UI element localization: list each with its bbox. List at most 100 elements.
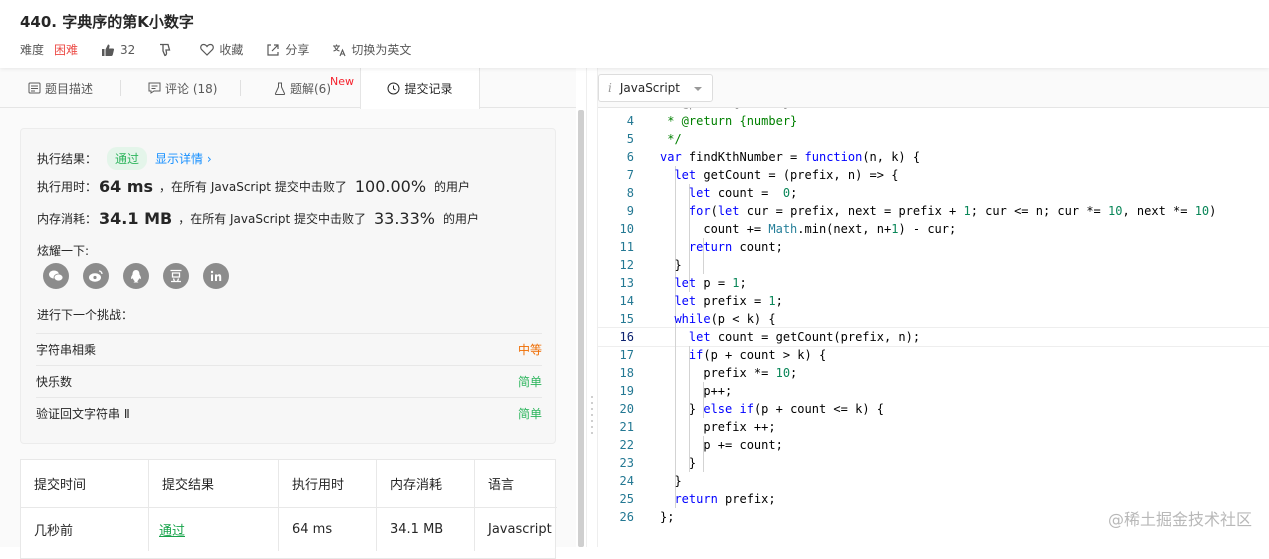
- runtime-label: 执行用时：: [37, 178, 97, 195]
- translate-icon: [332, 43, 346, 57]
- line-number: 12: [598, 256, 634, 274]
- challenge-name: 字符串相乘: [36, 341, 96, 358]
- challenge-item[interactable]: 验证回文字符串 Ⅱ 简单: [36, 397, 542, 429]
- favorite-button[interactable]: 收藏: [200, 41, 243, 58]
- share-label-row: 炫耀一下:: [37, 242, 89, 259]
- flask-icon: [274, 82, 286, 95]
- translate-button[interactable]: 切换为英文: [332, 41, 411, 58]
- heart-icon: [200, 43, 214, 56]
- table-cell-result-link[interactable]: 通过: [149, 507, 279, 551]
- difficulty-value: 困难: [54, 41, 78, 58]
- line-number: 20: [598, 400, 634, 418]
- table-cell-runtime: 64 ms: [279, 507, 377, 551]
- challenge-difficulty: 简单: [518, 405, 542, 422]
- runtime-text: ，在所有 JavaScript 提交中击败了: [159, 178, 347, 195]
- tab-solutions[interactable]: 题解(6): [274, 68, 331, 108]
- memory-suffix: 的用户: [443, 210, 479, 227]
- table-cell-memory: 34.1 MB: [377, 507, 475, 551]
- runtime-percent: 100.00%: [355, 177, 426, 196]
- next-challenge-row: 进行下一个挑战：: [37, 306, 133, 323]
- code-line: prefix ++;: [660, 418, 776, 436]
- dislike-button[interactable]: [158, 43, 177, 57]
- code-line: prefix *= 10;: [660, 364, 797, 382]
- douban-icon: [169, 269, 183, 283]
- tab-solutions-label: 题解(6): [290, 80, 331, 97]
- editor-panel: i JavaScript @param {number} k 4 5 6 7 8…: [598, 68, 1269, 547]
- difficulty-label: 难度: [20, 41, 44, 58]
- splitter-grip-dot: [591, 420, 593, 422]
- code-line: let count = getCount(prefix, n);: [660, 328, 920, 346]
- result-card: 执行结果： 通过 显示详情 › 执行用时： 64 ms ，在所有 JavaScr…: [20, 128, 556, 444]
- line-number: 16: [598, 328, 634, 346]
- memory-label: 内存消耗：: [37, 210, 97, 227]
- code-line: return count;: [660, 238, 783, 256]
- code-line: var findKthNumber = function(n, k) {: [660, 148, 920, 166]
- line-number: 9: [598, 202, 634, 220]
- code-line: }: [660, 472, 682, 490]
- panel-splitter[interactable]: [586, 68, 598, 547]
- language-select[interactable]: i JavaScript: [598, 74, 713, 102]
- code-line: for(let cur = prefix, next = prefix + 1;…: [660, 202, 1216, 220]
- challenge-item[interactable]: 快乐数 简单: [36, 365, 542, 397]
- qq-share-button[interactable]: [123, 263, 149, 289]
- line-number: 24: [598, 472, 634, 490]
- tab-comments[interactable]: 评论 (18): [148, 68, 217, 108]
- line-number: 15: [598, 310, 634, 328]
- problem-header: 440. 字典序的第K小数字 难度 困难 32 收藏 分享 切换为英文: [0, 0, 1269, 68]
- code-line: p++;: [660, 382, 732, 400]
- code-line: return prefix;: [660, 490, 776, 508]
- code-line: };: [660, 508, 674, 526]
- tab-description[interactable]: 题目描述: [28, 68, 93, 108]
- translate-label: 切换为英文: [351, 41, 411, 58]
- left-panel: 题目描述 评论 (18) 题解(6) New 提交记录 执行结果： 通过 显示详…: [0, 68, 576, 547]
- splitter-grip-dot: [591, 408, 593, 410]
- show-details-link[interactable]: 显示详情 ›: [155, 150, 212, 167]
- share-buttons: [43, 263, 243, 289]
- new-badge: New: [330, 75, 354, 88]
- tab-description-label: 题目描述: [45, 80, 93, 97]
- table-cell-language: Javascript: [475, 507, 557, 551]
- show-details-label: 显示详情: [155, 152, 203, 166]
- submissions-table: 提交时间 提交结果 执行用时 内存消耗 语言 几秒前 通过 64 ms 34.1…: [20, 459, 556, 559]
- challenge-difficulty: 简单: [518, 373, 542, 390]
- linkedin-share-button[interactable]: [203, 263, 229, 289]
- line-number: 6: [598, 148, 634, 166]
- code-line: if(p + count > k) {: [660, 346, 826, 364]
- tab-divider: [120, 80, 121, 96]
- code-line: } else if(p + count <= k) {: [660, 400, 884, 418]
- left-scrollbar[interactable]: [578, 110, 584, 547]
- douban-share-button[interactable]: [163, 263, 189, 289]
- line-number: 18: [598, 364, 634, 382]
- wechat-share-button[interactable]: [43, 263, 69, 289]
- challenge-difficulty: 中等: [518, 341, 542, 358]
- comment-icon: [148, 82, 161, 94]
- challenge-item[interactable]: 字符串相乘 中等: [36, 333, 542, 365]
- line-number: 11: [598, 238, 634, 256]
- splitter-grip-dot: [591, 396, 593, 398]
- code-line: * @return {number}: [660, 112, 797, 130]
- runtime-row: 执行用时： 64 ms ，在所有 JavaScript 提交中击败了 100.0…: [37, 177, 470, 196]
- share-button[interactable]: 分享: [266, 41, 309, 58]
- like-button[interactable]: 32: [101, 43, 135, 57]
- code-line: let getCount = (prefix, n) => {: [660, 166, 898, 184]
- runtime-value: 64 ms: [99, 177, 153, 196]
- thumbs-up-icon: [101, 43, 115, 57]
- line-number: 22: [598, 436, 634, 454]
- next-challenge-label: 进行下一个挑战：: [37, 306, 133, 323]
- info-icon: i: [608, 81, 612, 95]
- problem-meta: 难度 困难 32 收藏 分享 切换为英文: [20, 41, 434, 58]
- line-number: 8: [598, 184, 634, 202]
- code-editor[interactable]: @param {number} k 4 5 6 7 8 9 10 11 12 1…: [598, 108, 1269, 547]
- column-header: 提交结果: [149, 460, 279, 507]
- weibo-share-button[interactable]: [83, 263, 109, 289]
- tab-submissions[interactable]: 提交记录: [360, 68, 480, 109]
- clock-icon: [387, 82, 400, 95]
- memory-row: 内存消耗： 34.1 MB ，在所有 JavaScript 提交中击败了 33.…: [37, 209, 479, 228]
- column-header: 语言: [475, 460, 557, 507]
- column-header: 执行用时: [279, 460, 377, 507]
- line-number: 13: [598, 274, 634, 292]
- line-number: 14: [598, 292, 634, 310]
- tab-divider: [240, 80, 241, 96]
- result-status-row: 执行结果： 通过 显示详情 ›: [37, 147, 212, 170]
- line-number: 5: [598, 130, 634, 148]
